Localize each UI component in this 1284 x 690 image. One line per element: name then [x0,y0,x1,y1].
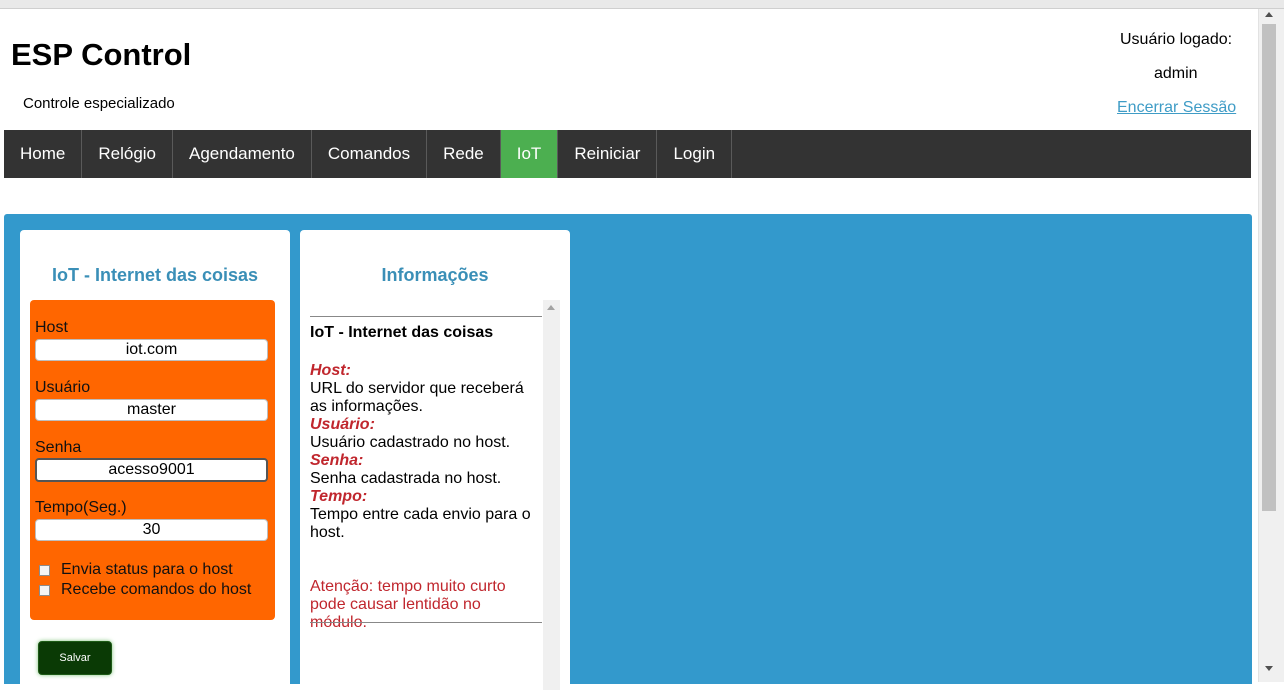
app-subtitle: Controle especializado [23,95,175,112]
scroll-down-arrow-icon[interactable] [1265,666,1273,671]
info-scrollbar[interactable] [543,300,560,690]
page-scrollbar-thumb[interactable] [1262,24,1276,511]
host-input[interactable] [35,339,268,361]
info-card-title: Informações [381,265,489,285]
main-nav: Home Relógio Agendamento Comandos Rede I… [4,130,1251,178]
user-input[interactable] [35,399,268,421]
iot-settings-card: IoT - Internet das coisas Host Usuário S… [20,230,290,690]
nav-login[interactable]: Login [657,130,733,178]
info-host-desc: URL do servidor que receberá as informaç… [310,380,524,415]
nav-reiniciar[interactable]: Reiniciar [558,130,658,178]
page: ESP Control Controle especializado Usuár… [0,9,1258,690]
info-top-divider [310,316,542,317]
info-card: Informações IoT - Internet das coisas Ho… [300,230,570,690]
send-status-label: Envia status para o host [61,561,233,578]
time-label: Tempo(Seg.) [35,499,127,516]
app-title: ESP Control [11,37,192,72]
page-scrollbar[interactable] [1258,9,1284,682]
save-button[interactable]: Salvar [38,641,112,675]
browser-top-strip [0,0,1284,9]
info-password-desc: Senha cadastrada no host. [310,470,502,487]
nav-agendamento[interactable]: Agendamento [173,130,312,178]
send-status-row[interactable]: Envia status para o host [39,561,233,579]
scroll-up-arrow-icon[interactable] [547,305,555,310]
info-time-key: Tempo: [310,488,368,505]
info-body: Host: URL do servidor que receberá as in… [310,362,542,542]
iot-card-title: IoT - Internet das coisas [51,265,259,285]
send-status-checkbox[interactable] [39,564,50,576]
logout-link[interactable]: Encerrar Sessão [1117,99,1236,117]
password-input[interactable] [35,458,268,482]
nav-rede[interactable]: Rede [427,130,501,178]
scroll-up-arrow-icon[interactable] [1265,12,1273,17]
info-password-key: Senha: [310,452,364,469]
info-user-key: Usuário: [310,416,375,433]
info-scroll-area[interactable]: IoT - Internet das coisas Host: URL do s… [310,300,560,690]
nav-iot[interactable]: IoT [500,130,559,178]
info-bottom-divider [310,622,542,623]
info-host-key: Host: [310,362,351,379]
user-label: Usuário [35,379,91,396]
nav-comandos[interactable]: Comandos [312,130,428,178]
receive-commands-label: Recebe comandos do host [61,581,252,598]
info-time-desc: Tempo entre cada envio para o host. [310,506,531,541]
host-label: Host [35,319,68,336]
nav-relogio[interactable]: Relógio [82,130,174,178]
receive-commands-checkbox[interactable] [39,584,50,596]
receive-commands-row[interactable]: Recebe comandos do host [39,581,251,599]
password-label: Senha [35,439,82,456]
logged-user-name: admin [1154,65,1198,82]
logged-user-label: Usuário logado: [1120,31,1233,48]
nav-home[interactable]: Home [4,130,83,178]
info-user-desc: Usuário cadastrado no host. [310,434,511,451]
info-warning: Atenção: tempo muito curto pode causar l… [310,578,506,631]
time-input[interactable] [35,519,268,541]
iot-form: Host Usuário Senha Tempo(Seg.) Envia sta… [30,300,275,620]
main-content: IoT - Internet das coisas Host Usuário S… [4,214,1252,690]
info-heading: IoT - Internet das coisas [310,324,494,341]
